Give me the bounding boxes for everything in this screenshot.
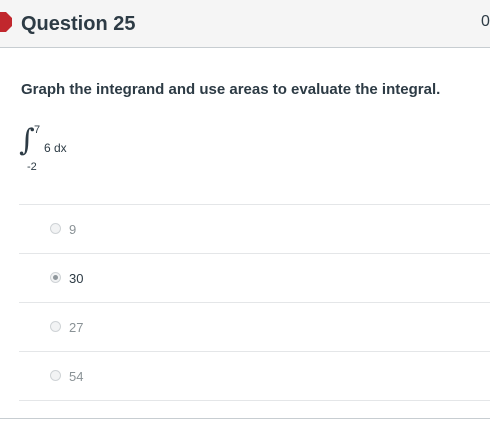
flag-icon[interactable] <box>0 12 12 32</box>
answer-radio[interactable] <box>50 321 61 332</box>
divider <box>0 418 490 419</box>
answer-label: 54 <box>69 369 84 384</box>
answer-option-2[interactable]: 27 <box>19 303 490 352</box>
answer-option-0[interactable]: 9 <box>19 205 490 254</box>
integrand: 6 dx <box>44 141 67 155</box>
answer-radio[interactable] <box>50 272 61 283</box>
answer-option-1[interactable]: 30 <box>19 254 490 303</box>
integral-lower-limit: -2 <box>27 161 37 173</box>
answer-radio[interactable] <box>50 370 61 381</box>
answer-option-3[interactable]: 54 <box>19 352 490 401</box>
question-points: 0 <box>481 13 490 30</box>
integral-expression: ∫ 7 -2 6 dx <box>19 124 99 176</box>
question-prompt: Graph the integrand and use areas to eva… <box>21 81 441 98</box>
answer-radio[interactable] <box>50 223 61 234</box>
integral-upper-limit: 7 <box>34 124 41 136</box>
question-title: Question 25 <box>21 13 136 35</box>
integral-sign: ∫ <box>19 123 35 158</box>
answer-label: 9 <box>69 222 77 237</box>
answer-label: 27 <box>69 320 84 335</box>
answer-list: 9 30 27 54 <box>19 204 490 401</box>
question-header: Question 25 0 <box>0 0 490 48</box>
answer-label: 30 <box>69 271 84 286</box>
